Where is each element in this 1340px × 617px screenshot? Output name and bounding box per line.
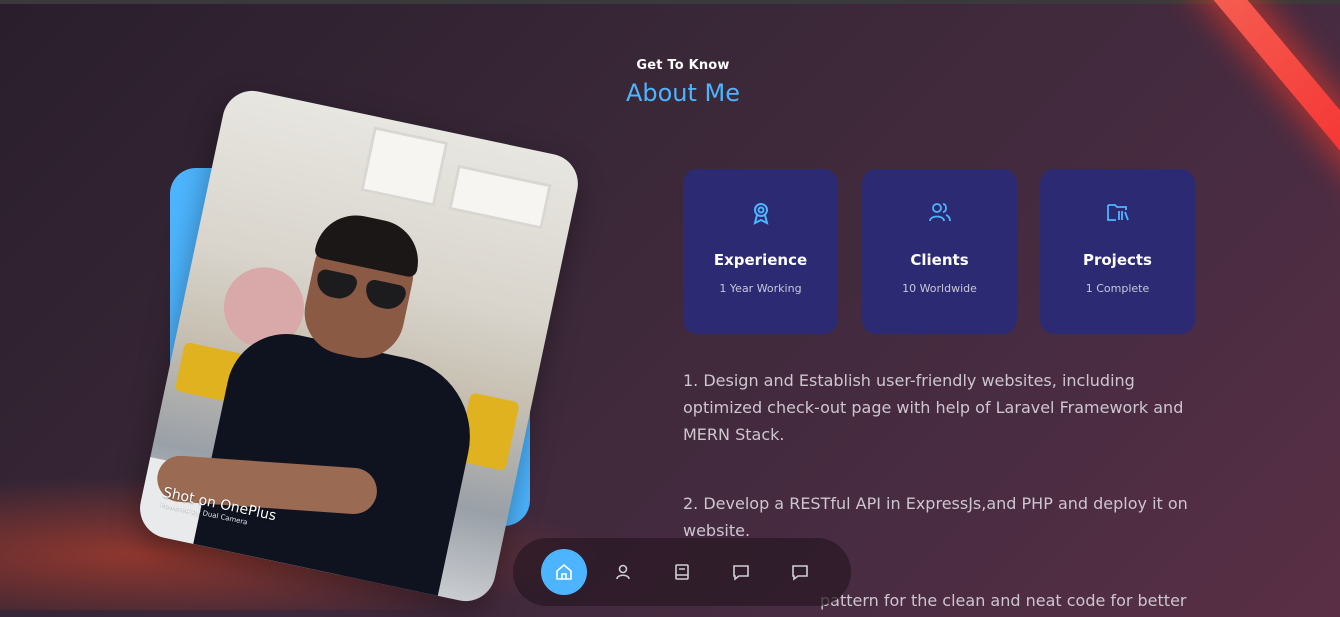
stat-label: Experience [713,251,808,269]
stat-value: 1 Year Working [719,282,802,295]
projects-folder-icon [1040,201,1195,225]
floating-nav-bar [513,538,851,606]
chat-icon [792,565,808,581]
stat-label: Clients [910,251,969,269]
stat-card-experience: Experience 1 Year Working [683,169,838,334]
nav-contact-button[interactable] [777,549,823,595]
section-title: About Me [625,79,741,107]
message-icon [733,565,749,581]
photo-window [448,164,552,230]
nav-about-button[interactable] [600,549,646,595]
home-icon [556,563,572,580]
nav-home-button[interactable] [541,549,587,595]
users-icon [862,201,1017,225]
stat-label: Projects [1082,251,1152,269]
about-paragraph-1: 1. Design and Establish user-friendly we… [683,371,1184,444]
about-paragraph-2: 2. Develop a RESTful API in ExpressJs,an… [683,494,1188,540]
user-icon [616,564,630,580]
section-subtitle: Get To Know [636,58,730,73]
book-icon [675,564,689,580]
stat-value: 10 Worldwide [902,282,977,295]
stat-value: 1 Complete [1085,282,1150,295]
award-icon [683,201,838,225]
photo-window [360,126,449,207]
nav-services-button[interactable] [718,549,764,595]
window-top-border [0,0,1340,4]
about-paragraph-3: pattern for the clean and neat code for … [820,591,1187,610]
stat-card-clients: Clients 10 Worldwide [862,169,1017,334]
stat-card-projects: Projects 1 Complete [1040,169,1195,334]
nav-experience-button[interactable] [659,549,705,595]
section-header: Get To Know About Me [0,58,1340,107]
